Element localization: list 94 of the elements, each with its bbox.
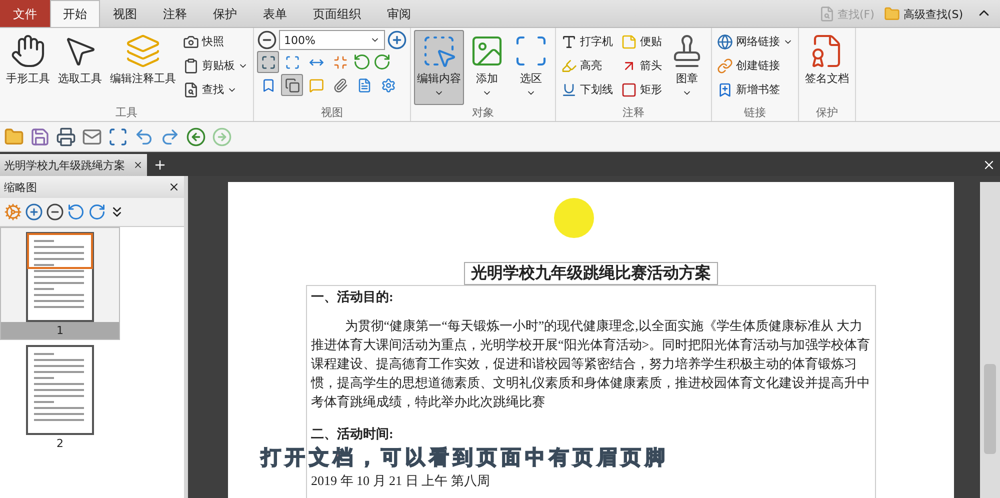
tool-button[interactable]: 剪贴板 [181, 54, 250, 77]
page-number: 1 [1, 322, 119, 339]
page-thumbnail[interactable] [26, 232, 94, 322]
group-label: 工具 [114, 105, 138, 121]
highlighter-icon [561, 58, 577, 74]
search-icon [183, 82, 199, 98]
group-label: 视图 [320, 105, 344, 121]
rotate-right-icon[interactable] [373, 53, 391, 71]
cursor-highlight [554, 198, 594, 238]
tool-button[interactable]: 快照 [181, 30, 250, 53]
object-tool-button[interactable]: 编辑内容 [414, 30, 464, 105]
group-label: 对象 [471, 105, 495, 121]
zoom-in-icon[interactable] [25, 203, 43, 221]
link-icon [717, 58, 733, 74]
close-icon[interactable] [982, 158, 996, 172]
ribbon-tab[interactable]: 页面组织 [300, 0, 374, 27]
rectangle-icon [621, 82, 637, 98]
group-label: 链接 [743, 105, 767, 121]
advanced-search-button[interactable]: 高级查找(S) [879, 1, 968, 27]
bookmark-icon [260, 78, 276, 92]
ribbon-tab[interactable]: 视图 [100, 0, 150, 27]
document-title: 光明学校九年级跳绳比赛活动方案 [464, 262, 718, 285]
text-icon [561, 34, 577, 50]
clipboard-icon [183, 58, 199, 74]
globe-icon [717, 34, 733, 50]
rotate-right-icon[interactable] [88, 203, 106, 221]
sticky-note-icon [621, 34, 637, 50]
print-icon[interactable] [56, 126, 76, 146]
back-icon[interactable] [186, 126, 206, 146]
link-tool-button[interactable]: 创建链接 [715, 54, 795, 77]
page-thumbnail[interactable] [26, 345, 94, 435]
comment-tool-button[interactable]: 便贴 [619, 30, 664, 53]
search-icon [818, 6, 834, 22]
file-menu-tab[interactable]: 文件 [0, 0, 50, 27]
rotate-left-icon[interactable] [67, 203, 85, 221]
tool-button[interactable]: 选取工具 [55, 30, 105, 105]
comment-tool-button[interactable]: 矩形 [619, 78, 664, 101]
redo-icon[interactable] [160, 126, 180, 146]
document-icon [356, 78, 372, 92]
section-heading: 二、活动时间: [311, 425, 394, 443]
new-tab-icon[interactable] [153, 158, 167, 172]
object-tool-button[interactable]: 添加 [466, 30, 508, 105]
ribbon-tab[interactable]: 注释 [150, 0, 200, 27]
zoom-out-icon[interactable] [257, 30, 277, 50]
undo-icon[interactable] [134, 126, 154, 146]
tool-button[interactable]: 编辑注释工具 [107, 30, 179, 105]
zoom-out-icon[interactable] [46, 203, 64, 221]
comment-tool-button[interactable]: 下划线 [559, 78, 615, 101]
open-icon[interactable] [4, 126, 24, 146]
subtitle-caption: 打开文档，可以看到页面中有页眉页脚 [261, 446, 669, 471]
group-label: 注释 [622, 105, 646, 121]
ribbon-tab[interactable]: 保护 [200, 0, 250, 27]
document-tab[interactable]: 光明学校九年级跳绳方案 [0, 154, 147, 176]
pane-title: 缩略图 [4, 180, 37, 194]
add-bookmark-icon [717, 82, 733, 98]
comment-tool-button[interactable]: 高亮 [559, 54, 615, 77]
link-tool-button[interactable]: 网络链接 [715, 30, 795, 53]
comment-tool-button[interactable]: 箭头 [619, 54, 664, 77]
save-icon[interactable] [30, 126, 50, 146]
close-icon[interactable] [133, 160, 143, 170]
ribbon-tab[interactable]: 表单 [250, 0, 300, 27]
object-tool-button[interactable]: 选区 [510, 30, 552, 105]
zoom-in-icon[interactable] [387, 30, 407, 50]
close-icon[interactable] [168, 181, 180, 193]
paragraph: 为贯彻“健康第一“每天锻炼一小时”的现代健康理念,以全面实施《学生体质健康标准从 大力推进体育大课间活动为重点，光明学校开展“阳光体育活动>。同时把阳光体育活动与加强学校体育课程建设、提高德育工作实效，促进和谐校园等紧密结合，努力培养学生积极主动的体育锻炼习惯，提高学生的思想道德素质、文明礼仪素质和身体健康素质，推进校园体育文化建设并提高升中考体育跳绳成绩，特此举办此次跳绳比赛 [311, 317, 871, 411]
layers-icon [125, 33, 161, 69]
zoom-field[interactable]: 100% [279, 30, 385, 50]
page-number: 2 [56, 436, 64, 452]
comment-icon [308, 78, 324, 92]
section-heading: 一、活动目的: [311, 288, 394, 306]
pages-icon [284, 78, 300, 92]
paragraph: 2019 年 10 月 21 日 上午 第八周 [311, 472, 491, 490]
camera-icon [183, 34, 199, 50]
stamp-button[interactable]: 图章 [666, 30, 708, 105]
hand-icon [10, 33, 46, 69]
settings-icon [380, 78, 396, 92]
ribbon-tab[interactable]: 审阅 [374, 0, 424, 27]
view-mode-button[interactable] [257, 51, 279, 73]
folder-icon [884, 6, 900, 22]
comment-tool-button[interactable]: 打字机 [559, 30, 615, 53]
ribbon-tab[interactable]: 开始 [50, 0, 100, 27]
email-icon[interactable] [82, 126, 102, 146]
group-label: 保护 [815, 105, 839, 121]
paperclip-icon [332, 78, 348, 92]
thumbnail-item[interactable]: 1 [0, 227, 120, 340]
scrollbar[interactable] [980, 182, 1000, 498]
link-tool-button[interactable]: 新增书签 [715, 78, 795, 101]
tool-button[interactable]: 手形工具 [3, 30, 53, 105]
sign-document-button[interactable]: 签名文档 [802, 30, 852, 105]
tool-button[interactable]: 查找 [181, 78, 250, 101]
panel-toggle-button[interactable] [281, 74, 303, 96]
settings-icon[interactable] [4, 203, 22, 221]
underline-icon [561, 82, 577, 98]
rotate-left-icon[interactable] [353, 53, 371, 71]
